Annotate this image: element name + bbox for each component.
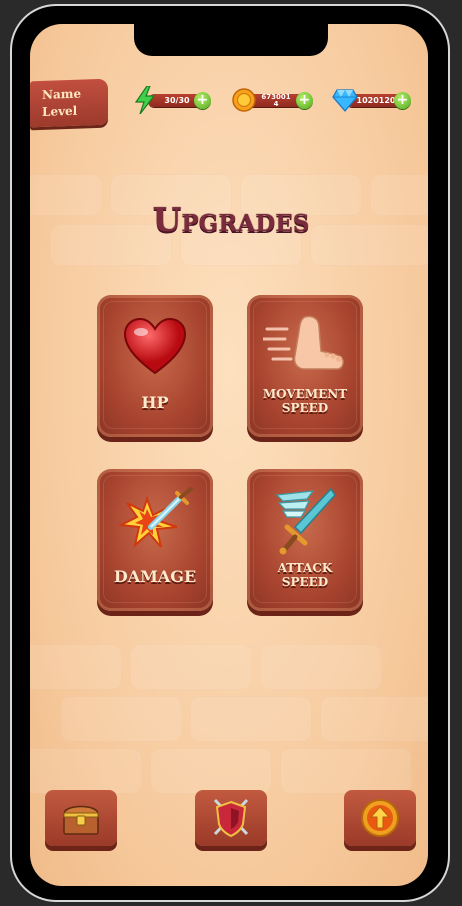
nav-upgrades-button[interactable] [344,790,416,846]
winged-sword-icon [275,487,336,555]
gems-add-button[interactable]: + [394,92,411,109]
sword-hit-icon [117,487,193,548]
upgrade-card-attack-speed[interactable]: ATTACK SPEED [247,469,363,611]
shield-swords-icon [213,798,249,838]
device-notch [134,24,328,56]
energy-add-button[interactable]: + [194,92,211,109]
upgrade-label-movement-line2: SPEED [281,401,329,415]
player-level-label: Level [42,103,78,119]
upgrade-label-damage: DAMAGE [113,567,197,586]
nav-battle-button[interactable] [195,790,267,846]
lightning-icon [134,86,156,114]
upgrade-label-hp: HP [141,393,169,412]
gold-counter: 673001 4 + [232,88,314,112]
upgrade-card-hp[interactable]: HP [97,295,213,437]
player-name-label: Name [42,86,82,102]
heart-icon [123,317,187,375]
upgrade-label-movement-line1: MOVEMENT [262,387,348,401]
upgrade-card-damage[interactable]: DAMAGE [97,469,213,611]
screen-title: Upgrades [152,200,310,239]
upgrade-label-attack-line1: ATTACK [277,561,333,575]
foot-icon [263,315,344,370]
diamond-icon [332,89,358,112]
player-name-plate[interactable]: Name Level [30,78,108,128]
energy-counter: 30/30 + [134,86,214,114]
upgrade-arrow-icon [361,799,399,837]
chest-icon [63,805,99,835]
nav-chest-button[interactable] [45,790,117,846]
gold-add-button[interactable]: + [296,92,313,109]
upgrade-card-movement-speed[interactable]: MOVEMENT SPEED [247,295,363,437]
upgrade-label-attack-line2: SPEED [281,575,329,589]
gems-counter: 1020120 + [332,89,414,112]
coin-icon [232,88,256,112]
game-screen [30,24,428,886]
